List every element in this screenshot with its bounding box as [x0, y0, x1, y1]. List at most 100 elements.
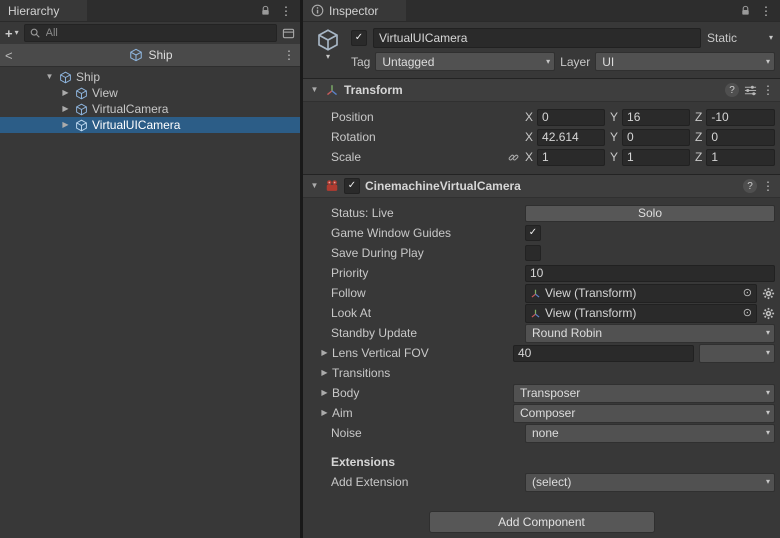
solo-button[interactable]: Solo	[525, 204, 775, 222]
tree-item-virtualcamera[interactable]: ▶ VirtualCamera	[0, 101, 300, 117]
lens-preset-dropdown[interactable]: ▾	[699, 343, 775, 363]
look-at-row: Look At View (Transform) ⊙	[303, 303, 780, 323]
object-picker-icon[interactable]: ⊙	[743, 307, 752, 319]
hierarchy-search-input[interactable]	[43, 26, 272, 40]
hierarchy-tree: ▼ Ship ▶ View ▶ VirtualCamera ▶ VirtualU…	[0, 67, 300, 538]
kebab-menu-icon[interactable]: ⋮	[283, 49, 295, 61]
gameobject-fields: ✓ Static ▾ Tag Untagged ▾ Layer UI	[351, 27, 776, 71]
component-enabled-checkbox[interactable]: ✓	[344, 178, 360, 194]
layer-dropdown[interactable]: UI ▾	[595, 52, 776, 71]
scale-z-field[interactable]	[706, 148, 775, 166]
lock-icon[interactable]	[260, 5, 271, 16]
unity-editor: Hierarchy ⋮ + ▾ All < Ship ⋮ ▼ Ship ▶ Vi…	[0, 0, 780, 538]
look-at-object-field[interactable]: View (Transform) ⊙	[525, 303, 757, 323]
lens-row: ▶ Lens Vertical FOV ▾	[303, 343, 780, 363]
aim-dropdown[interactable]: Composer ▾	[513, 403, 775, 423]
game-window-guides-checkbox[interactable]: ✓	[525, 225, 541, 241]
rotation-y-field[interactable]	[622, 128, 690, 146]
tree-item-virtualuicamera[interactable]: ▶ VirtualUICamera	[0, 117, 300, 133]
foldout-closed-icon[interactable]: ▶	[60, 121, 71, 129]
standby-update-dropdown[interactable]: Round Robin ▾	[525, 323, 775, 343]
position-y-field[interactable]	[622, 108, 690, 126]
priority-field[interactable]	[525, 264, 775, 282]
cinemachine-component-header[interactable]: ▼ ✓ CinemachineVirtualCamera ? ⋮	[303, 174, 780, 198]
priority-label: Priority	[331, 266, 369, 280]
prefab-title[interactable]: Ship	[19, 48, 283, 62]
scale-y-field[interactable]	[622, 148, 690, 166]
save-during-play-checkbox[interactable]	[525, 245, 541, 261]
position-z-field[interactable]	[706, 108, 775, 126]
hierarchy-panel: Hierarchy ⋮ + ▾ All < Ship ⋮ ▼ Ship ▶ Vi…	[0, 0, 300, 538]
foldout-closed-icon[interactable]: ▶	[60, 105, 71, 113]
scale-row: Scale X Y Z	[303, 147, 780, 167]
presets-icon[interactable]	[744, 84, 757, 97]
tab-hierarchy[interactable]: Hierarchy	[0, 0, 88, 21]
info-icon	[311, 4, 324, 17]
create-object-button[interactable]: + ▾	[5, 26, 19, 41]
foldout-closed-icon[interactable]: ▶	[60, 89, 71, 97]
foldout-open-icon[interactable]: ▼	[309, 86, 320, 94]
kebab-menu-icon[interactable]: ⋮	[762, 84, 774, 96]
rotation-z-field[interactable]	[706, 128, 775, 146]
inspector-panel: Inspector ⋮ ▾ ✓ VirtualUICamera Static ▾…	[303, 0, 780, 538]
prefab-cube-icon	[129, 48, 143, 62]
search-window-icon[interactable]	[282, 27, 295, 40]
kebab-menu-icon[interactable]: ⋮	[760, 5, 772, 17]
back-button[interactable]: <	[5, 49, 19, 62]
rotation-x-field[interactable]	[537, 128, 605, 146]
add-extension-label: Add Extension	[331, 475, 409, 489]
static-dropdown[interactable]: Static ▾	[707, 31, 775, 45]
scale-x-field[interactable]	[537, 148, 605, 166]
foldout-closed-icon[interactable]: ▶	[319, 389, 330, 397]
standby-update-label: Standby Update	[331, 326, 418, 340]
chevron-down-icon: ▾	[325, 52, 330, 61]
gameobject-header: ▾ ✓ Static ▾ Tag Untagged ▾	[303, 22, 780, 78]
noise-dropdown[interactable]: none ▾	[525, 423, 775, 443]
rotation-label: Rotation	[331, 130, 376, 144]
axis-z-label: Z	[695, 150, 703, 164]
save-during-play-label: Save During Play	[331, 246, 424, 260]
kebab-menu-icon[interactable]: ⋮	[762, 180, 774, 192]
tree-item-label: Ship	[76, 70, 101, 84]
gameobject-name-field[interactable]	[373, 28, 701, 48]
foldout-open-icon[interactable]: ▼	[44, 73, 55, 81]
kebab-menu-icon[interactable]: ⋮	[280, 5, 292, 17]
check-icon: ✓	[347, 180, 357, 191]
aim-label: Aim	[332, 406, 353, 420]
tag-dropdown[interactable]: Untagged ▾	[375, 52, 556, 71]
gameobject-name-row: ✓ Static ▾	[351, 27, 775, 49]
tree-item-ship[interactable]: ▼ Ship	[0, 69, 300, 85]
link-scale-icon[interactable]	[508, 152, 519, 163]
lock-icon[interactable]	[740, 5, 751, 16]
chevron-down-icon: ▾	[546, 56, 551, 66]
body-dropdown[interactable]: Transposer ▾	[513, 383, 775, 403]
axis-y-label: Y	[610, 130, 619, 144]
tree-item-view[interactable]: ▶ View	[0, 85, 300, 101]
foldout-open-icon[interactable]: ▼	[309, 182, 320, 190]
help-icon[interactable]: ?	[743, 179, 757, 193]
gameobject-icon-select[interactable]: ▾	[311, 27, 345, 71]
axis-x-label: X	[525, 150, 534, 164]
position-label: Position	[331, 110, 374, 124]
help-icon[interactable]: ?	[725, 83, 739, 97]
gameobject-cube-icon	[316, 28, 340, 52]
tab-inspector[interactable]: Inspector	[303, 0, 407, 21]
gear-icon[interactable]	[762, 307, 775, 320]
axis-y-label: Y	[610, 110, 619, 124]
position-x-field[interactable]	[537, 108, 605, 126]
gear-icon[interactable]	[762, 287, 775, 300]
object-picker-icon[interactable]: ⊙	[743, 287, 752, 299]
add-component-button[interactable]: Add Component	[428, 511, 655, 533]
lens-vertical-fov-field[interactable]	[513, 344, 694, 362]
static-label: Static	[707, 31, 738, 45]
add-extension-dropdown[interactable]: (select) ▾	[525, 472, 775, 492]
foldout-closed-icon[interactable]: ▶	[319, 409, 330, 417]
body-label: Body	[332, 386, 360, 400]
transform-component-header[interactable]: ▼ Transform ? ⋮	[303, 78, 780, 102]
add-component-area: Add Component	[303, 511, 780, 533]
active-checkbox[interactable]: ✓	[351, 30, 367, 46]
foldout-closed-icon[interactable]: ▶	[319, 349, 330, 357]
foldout-closed-icon[interactable]: ▶	[319, 369, 330, 377]
hierarchy-search-box[interactable]	[23, 24, 277, 42]
follow-object-field[interactable]: View (Transform) ⊙	[525, 283, 757, 303]
